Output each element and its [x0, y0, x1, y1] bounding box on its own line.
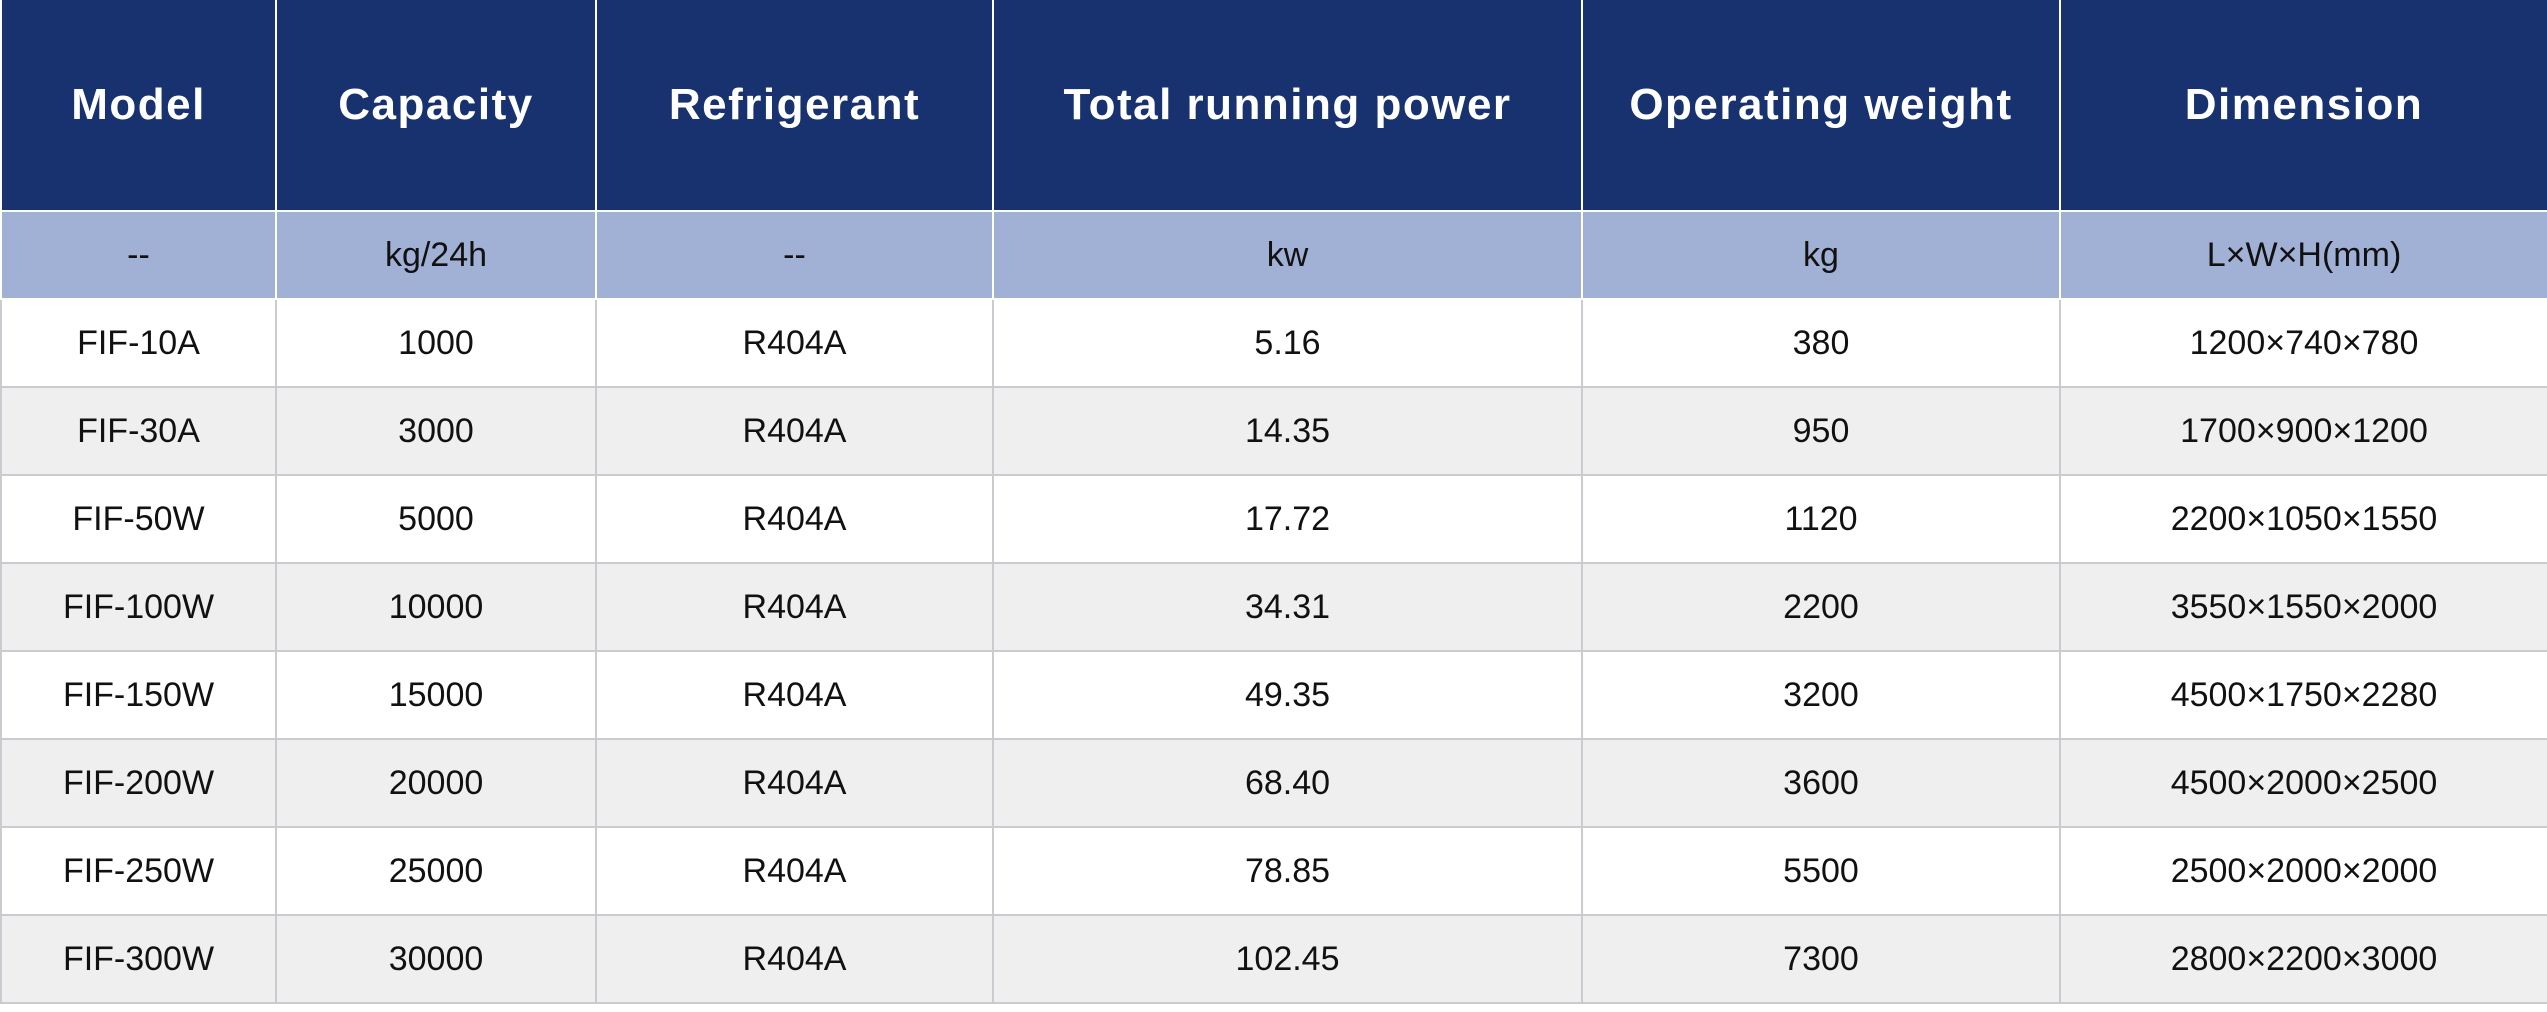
cell-operating-weight: 2200	[1581, 562, 2061, 652]
cell-model: FIF-100W	[0, 562, 277, 652]
cell-operating-weight: 7300	[1581, 914, 2061, 1004]
cell-dimension: 4500×2000×2500	[2059, 738, 2547, 828]
spec-table: Model Capacity Refrigerant Total running…	[0, 0, 2547, 1004]
cell-capacity: 1000	[275, 298, 597, 388]
header-total-running-power: Total running power	[992, 0, 1583, 212]
unit-capacity: kg/24h	[275, 210, 597, 300]
cell-capacity: 10000	[275, 562, 597, 652]
header-row: Model Capacity Refrigerant Total running…	[0, 0, 2547, 212]
cell-operating-weight: 950	[1581, 386, 2061, 476]
header-model: Model	[0, 0, 277, 212]
cell-total-running-power: 102.45	[992, 914, 1583, 1004]
cell-dimension: 2200×1050×1550	[2059, 474, 2547, 564]
cell-operating-weight: 3200	[1581, 650, 2061, 740]
cell-capacity: 20000	[275, 738, 597, 828]
cell-model: FIF-200W	[0, 738, 277, 828]
cell-refrigerant: R404A	[595, 298, 994, 388]
cell-total-running-power: 34.31	[992, 562, 1583, 652]
cell-total-running-power: 14.35	[992, 386, 1583, 476]
cell-capacity: 15000	[275, 650, 597, 740]
cell-operating-weight: 380	[1581, 298, 2061, 388]
cell-capacity: 3000	[275, 386, 597, 476]
cell-refrigerant: R404A	[595, 738, 994, 828]
cell-model: FIF-10A	[0, 298, 277, 388]
cell-refrigerant: R404A	[595, 562, 994, 652]
cell-total-running-power: 49.35	[992, 650, 1583, 740]
cell-operating-weight: 1120	[1581, 474, 2061, 564]
table-row: FIF-30A 3000 R404A 14.35 950 1700×900×12…	[0, 386, 2547, 476]
cell-refrigerant: R404A	[595, 826, 994, 916]
unit-dimension: L×W×H(mm)	[2059, 210, 2547, 300]
cell-model: FIF-300W	[0, 914, 277, 1004]
cell-capacity: 25000	[275, 826, 597, 916]
cell-capacity: 5000	[275, 474, 597, 564]
cell-operating-weight: 5500	[1581, 826, 2061, 916]
unit-total-running-power: kw	[992, 210, 1583, 300]
cell-capacity: 30000	[275, 914, 597, 1004]
table-row: FIF-100W 10000 R404A 34.31 2200 3550×155…	[0, 562, 2547, 652]
unit-refrigerant: --	[595, 210, 994, 300]
cell-total-running-power: 17.72	[992, 474, 1583, 564]
cell-refrigerant: R404A	[595, 386, 994, 476]
header-capacity: Capacity	[275, 0, 597, 212]
header-operating-weight: Operating weight	[1581, 0, 2061, 212]
cell-dimension: 2500×2000×2000	[2059, 826, 2547, 916]
cell-model: FIF-30A	[0, 386, 277, 476]
unit-operating-weight: kg	[1581, 210, 2061, 300]
cell-total-running-power: 68.40	[992, 738, 1583, 828]
header-dimension: Dimension	[2059, 0, 2547, 212]
cell-dimension: 4500×1750×2280	[2059, 650, 2547, 740]
cell-model: FIF-150W	[0, 650, 277, 740]
cell-dimension: 3550×1550×2000	[2059, 562, 2547, 652]
table-row: FIF-50W 5000 R404A 17.72 1120 2200×1050×…	[0, 474, 2547, 564]
cell-refrigerant: R404A	[595, 650, 994, 740]
unit-model: --	[0, 210, 277, 300]
cell-dimension: 1200×740×780	[2059, 298, 2547, 388]
table-row: FIF-150W 15000 R404A 49.35 3200 4500×175…	[0, 650, 2547, 740]
table-row: FIF-250W 25000 R404A 78.85 5500 2500×200…	[0, 826, 2547, 916]
table-row: FIF-300W 30000 R404A 102.45 7300 2800×22…	[0, 914, 2547, 1004]
cell-total-running-power: 78.85	[992, 826, 1583, 916]
cell-dimension: 1700×900×1200	[2059, 386, 2547, 476]
cell-refrigerant: R404A	[595, 474, 994, 564]
cell-refrigerant: R404A	[595, 914, 994, 1004]
unit-row: -- kg/24h -- kw kg L×W×H(mm)	[0, 210, 2547, 300]
cell-total-running-power: 5.16	[992, 298, 1583, 388]
table-row: FIF-200W 20000 R404A 68.40 3600 4500×200…	[0, 738, 2547, 828]
cell-model: FIF-250W	[0, 826, 277, 916]
cell-model: FIF-50W	[0, 474, 277, 564]
header-refrigerant: Refrigerant	[595, 0, 994, 212]
cell-operating-weight: 3600	[1581, 738, 2061, 828]
cell-dimension: 2800×2200×3000	[2059, 914, 2547, 1004]
table-row: FIF-10A 1000 R404A 5.16 380 1200×740×780	[0, 298, 2547, 388]
